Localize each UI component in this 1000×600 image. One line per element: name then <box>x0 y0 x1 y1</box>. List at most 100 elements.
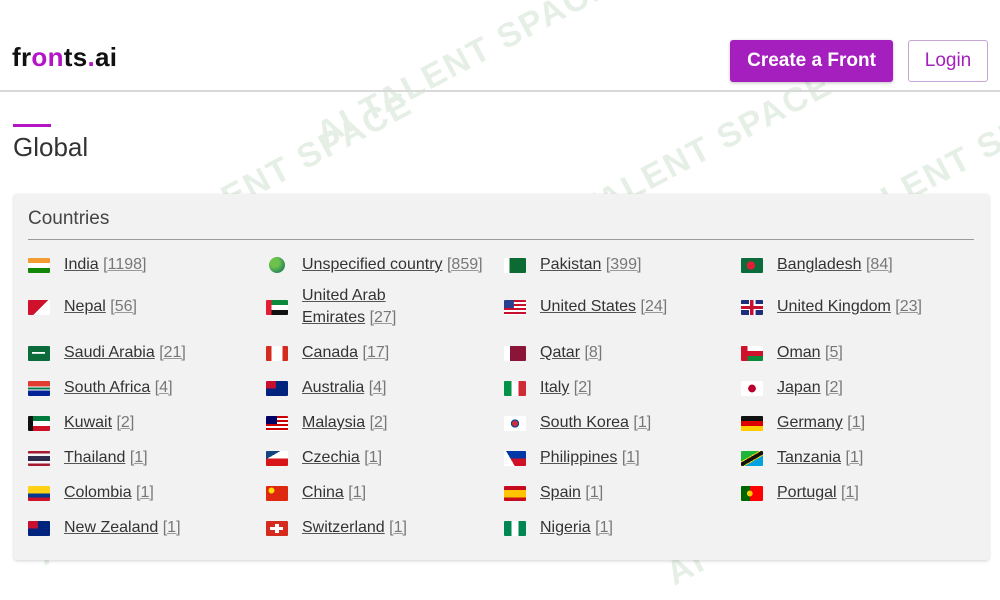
country-label: Unspecified country [859] <box>302 254 483 276</box>
country-label: Spain [1] <box>540 482 603 504</box>
flag-germany-icon <box>741 415 763 431</box>
country-name: Switzerland <box>302 519 385 536</box>
country-count: [1198] <box>103 256 147 273</box>
country-link-colombia[interactable]: Colombia [1] <box>28 482 154 504</box>
country-link-uk[interactable]: United Kingdom [23] <box>741 296 922 318</box>
country-label: Germany [1] <box>777 412 865 434</box>
country-link-uae[interactable]: United Arab Emirates [27] <box>266 285 412 329</box>
country-label: United States [24] <box>540 296 667 318</box>
flag-uae-icon <box>266 299 288 315</box>
country-name: Qatar <box>540 344 581 361</box>
country-name: Thailand <box>64 449 126 466</box>
flag-qatar-icon <box>504 345 526 361</box>
divider <box>28 239 974 240</box>
country-count: [1] <box>847 414 866 431</box>
flag-saudi-arabia-icon <box>28 345 50 361</box>
country-count: [4] <box>154 379 173 396</box>
flag-australia-icon <box>266 380 288 396</box>
country-label: Italy [2] <box>540 377 592 399</box>
country-link-south-africa[interactable]: South Africa [4] <box>28 377 173 399</box>
country-name: United States <box>540 298 637 315</box>
country-link-italy[interactable]: Italy [2] <box>504 377 592 399</box>
country-link-saudi-arabia[interactable]: Saudi Arabia [21] <box>28 342 186 364</box>
country-link-germany[interactable]: Germany [1] <box>741 412 865 434</box>
country-label: Australia [4] <box>302 377 387 399</box>
country-count: [8] <box>584 344 603 361</box>
country-link-oman[interactable]: Oman [5] <box>741 342 843 364</box>
country-link-kuwait[interactable]: Kuwait [2] <box>28 412 134 434</box>
country-name: United Kingdom <box>777 298 891 315</box>
country-link-globe[interactable]: Unspecified country [859] <box>266 254 483 276</box>
flag-portugal-icon <box>741 485 763 501</box>
country-name: Pakistan <box>540 256 602 273</box>
flag-oman-icon <box>741 345 763 361</box>
country-link-malaysia[interactable]: Malaysia [2] <box>266 412 387 434</box>
country-label: South Korea [1] <box>540 412 651 434</box>
country-link-nigeria[interactable]: Nigeria [1] <box>504 517 613 539</box>
country-link-south-korea[interactable]: South Korea [1] <box>504 412 651 434</box>
country-link-thailand[interactable]: Thailand [1] <box>28 447 148 469</box>
country-count: [1] <box>595 519 613 536</box>
country-name: Nepal <box>64 298 106 315</box>
country-link-qatar[interactable]: Qatar [8] <box>504 342 602 364</box>
country-link-switzerland[interactable]: Switzerland [1] <box>266 517 407 539</box>
flag-italy-icon <box>504 380 526 396</box>
country-link-australia[interactable]: Australia [4] <box>266 377 387 399</box>
country-count: [4] <box>368 379 387 396</box>
country-link-czechia[interactable]: Czechia [1] <box>266 447 382 469</box>
country-link-nepal[interactable]: Nepal [56] <box>28 296 137 318</box>
flag-nepal-icon <box>28 299 50 315</box>
flag-south-africa-icon <box>28 380 50 396</box>
country-link-philippines[interactable]: Philippines [1] <box>504 447 640 469</box>
country-name: Oman <box>777 344 821 361</box>
countries-heading: Countries <box>28 208 110 229</box>
flag-philippines-icon <box>504 450 526 466</box>
country-name: Bangladesh <box>777 256 862 273</box>
top-header: fronts.ai Create a Front Login <box>0 0 1000 92</box>
countries-card: Countries India [1198] Unspecified countr… <box>14 194 989 560</box>
country-count: [2] <box>573 379 592 396</box>
flag-nigeria-icon <box>504 520 526 536</box>
country-link-canada[interactable]: Canada [17] <box>266 342 389 364</box>
country-count: [1] <box>621 449 640 466</box>
flag-china-icon <box>266 485 288 501</box>
country-label: South Africa [4] <box>64 377 173 399</box>
flag-canada-icon <box>266 345 288 361</box>
country-label: Philippines [1] <box>540 447 640 469</box>
brand-dot: . <box>87 42 96 72</box>
country-name: Kuwait <box>64 414 113 431</box>
country-count: [1] <box>364 449 383 466</box>
country-name: Australia <box>302 379 365 396</box>
country-link-pakistan[interactable]: Pakistan [399] <box>504 254 641 276</box>
country-name: Unspecified country <box>302 256 443 273</box>
flag-japan-icon <box>741 380 763 396</box>
country-name: South Korea <box>540 414 629 431</box>
country-name: Malaysia <box>302 414 366 431</box>
login-button[interactable]: Login <box>908 40 988 82</box>
country-label: Pakistan [399] <box>540 254 641 276</box>
country-link-new-zealand[interactable]: New Zealand [1] <box>28 517 181 539</box>
flag-czechia-icon <box>266 450 288 466</box>
country-name: Germany <box>777 414 843 431</box>
country-link-tanzania[interactable]: Tanzania [1] <box>741 447 863 469</box>
country-name: New Zealand <box>64 519 159 536</box>
brand-middle: ts <box>63 42 88 72</box>
country-label: Nepal [56] <box>64 296 137 318</box>
country-label: Tanzania [1] <box>777 447 863 469</box>
flag-south-korea-icon <box>504 415 526 431</box>
country-count: [17] <box>362 344 390 361</box>
country-link-india[interactable]: India [1198] <box>28 254 146 276</box>
brand-logo[interactable]: fronts.ai <box>12 42 117 73</box>
country-link-portugal[interactable]: Portugal [1] <box>741 482 859 504</box>
country-name: Canada <box>302 344 359 361</box>
country-label: United Arab Emirates [27] <box>302 285 412 329</box>
country-link-spain[interactable]: Spain [1] <box>504 482 603 504</box>
country-label: India [1198] <box>64 254 146 276</box>
country-link-bangladesh[interactable]: Bangladesh [84] <box>741 254 893 276</box>
country-link-japan[interactable]: Japan [2] <box>741 377 843 399</box>
country-link-usa[interactable]: United States [24] <box>504 296 667 318</box>
create-front-button[interactable]: Create a Front <box>730 40 893 82</box>
country-link-china[interactable]: China [1] <box>266 482 366 504</box>
flag-kuwait-icon <box>28 415 50 431</box>
country-label: New Zealand [1] <box>64 517 181 539</box>
